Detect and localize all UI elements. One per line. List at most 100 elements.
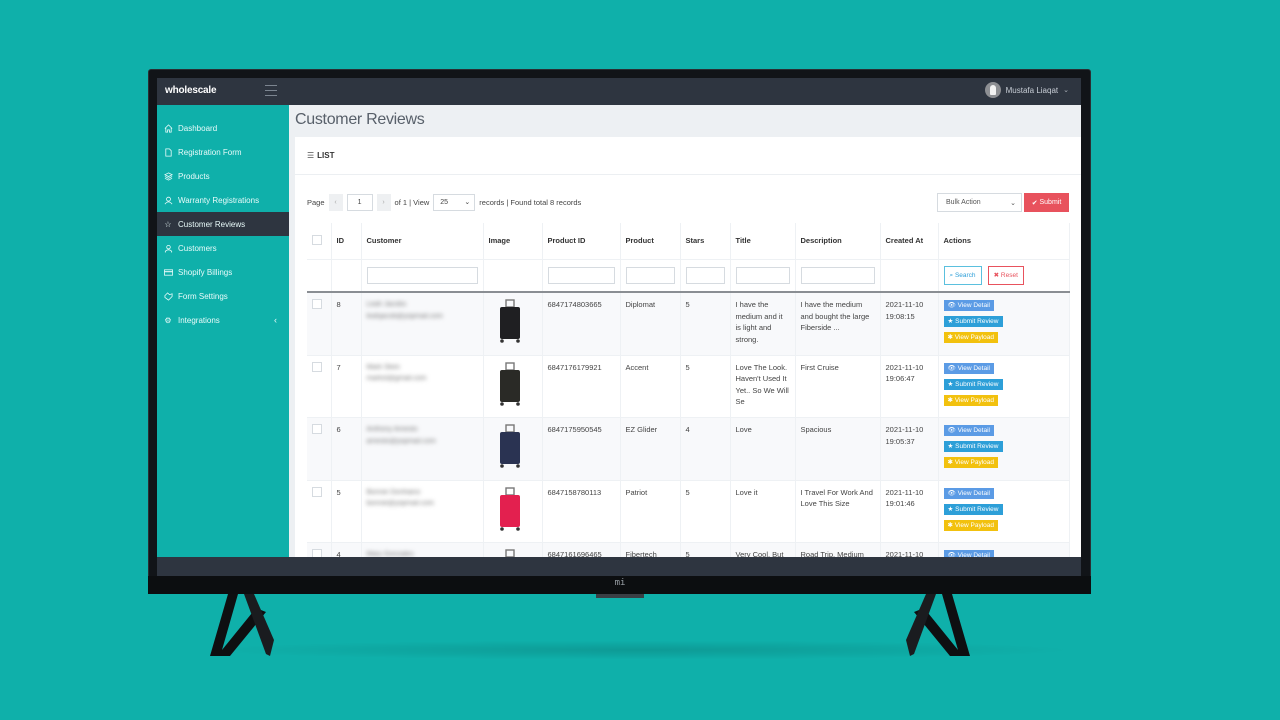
product-image-cell xyxy=(483,480,543,543)
title-filter-input[interactable] xyxy=(735,266,790,284)
search-label: Search xyxy=(954,271,976,279)
user-name: Mustafa Liaqat xyxy=(1005,85,1059,95)
view-detail-button[interactable]: 👁 View Detail xyxy=(943,362,994,374)
created-date: 2021-11-10 xyxy=(885,550,924,557)
review-title: Love xyxy=(730,417,796,481)
suitcase-handle xyxy=(504,361,515,371)
view-payload-button[interactable]: ✱ View Payload xyxy=(943,332,999,343)
prev-page-button[interactable]: ‹ xyxy=(328,193,343,211)
sidebar-item-form-settings[interactable]: Form Settings xyxy=(157,284,289,308)
description-filter-input[interactable] xyxy=(800,266,875,284)
product-filter-input[interactable] xyxy=(625,266,675,284)
review-title: Love The Look. Haven't Used It Yet.. So … xyxy=(730,355,796,418)
home-icon xyxy=(163,123,173,133)
column-header-id[interactable]: ID xyxy=(331,223,362,260)
submit-review-button[interactable]: ★ Submit Review xyxy=(943,378,1003,390)
submit-review-button[interactable]: ★ Submit Review xyxy=(943,503,1003,515)
row-checkbox[interactable] xyxy=(312,424,322,434)
sidebar-item-dashboard[interactable]: Dashboard xyxy=(157,116,289,140)
sidebar-item-label: Products xyxy=(178,171,210,181)
next-page-button[interactable]: › xyxy=(376,193,391,211)
select-all-cell xyxy=(307,223,332,260)
suitcase-handle xyxy=(504,549,515,557)
eye-icon: 👁 xyxy=(947,302,958,309)
row-checkbox[interactable] xyxy=(312,549,322,557)
sidebar-item-warranty-registrations[interactable]: Warranty Registrations xyxy=(157,188,289,212)
gear-icon: ✱ xyxy=(947,521,955,529)
view-detail-button[interactable]: 👁 View Detail xyxy=(943,300,994,311)
product-image[interactable] xyxy=(489,361,531,408)
submit-review-button[interactable]: ★ Submit Review xyxy=(943,316,1003,327)
row-checkbox[interactable] xyxy=(312,361,322,372)
view-payload-button[interactable]: ✱ View Payload xyxy=(943,394,999,406)
view-detail-button[interactable]: 👁 View Detail xyxy=(943,550,994,557)
filter-row: ⌕ Search ✖ Reset xyxy=(307,259,1070,293)
sidebar-item-registration-form[interactable]: Registration Form xyxy=(157,140,289,164)
product-image[interactable] xyxy=(489,424,531,470)
filter-cell xyxy=(331,259,362,293)
user-menu[interactable]: Mustafa Liaqat ⌄ xyxy=(984,82,1069,98)
sidebar-item-label: Form Settings xyxy=(178,291,228,301)
submit-review-label: Submit Review xyxy=(955,380,999,388)
table-row[interactable]: 4 Mary Gonzales marygonzales@yopmail.com… xyxy=(307,542,1070,557)
stars-filter-input[interactable] xyxy=(685,266,725,284)
customer-filter-input[interactable] xyxy=(366,266,478,284)
customer-name: Anthony Amesto xyxy=(366,426,418,433)
sidebar-item-products[interactable]: Products xyxy=(157,164,289,188)
customer-email: markst@gmail.com xyxy=(366,375,427,382)
search-button[interactable]: ⌕ Search xyxy=(943,265,982,285)
view-payload-button[interactable]: ✱ View Payload xyxy=(943,457,999,468)
table-row[interactable]: 8 Leah Jacobs leahjacob@yopmail.com 6847… xyxy=(307,292,1070,356)
gear-icon: ⚙ xyxy=(164,315,172,325)
bulk-action-select[interactable]: Bulk Action ⌄ xyxy=(937,193,1022,212)
table-row[interactable]: 7 Mark Stein markst@gmail.com 6847176179… xyxy=(307,355,1070,418)
column-header-stars[interactable]: Stars xyxy=(680,223,731,260)
submit-button[interactable]: ✔ Submit xyxy=(1024,193,1069,212)
view-detail-button[interactable]: 👁 View Detail xyxy=(943,425,994,436)
created-at: 2021-11-10 19:06:47 xyxy=(880,355,939,418)
sidebar-item-label: Customer Reviews xyxy=(178,219,246,229)
brand-logo[interactable]: wholescale xyxy=(165,85,217,96)
product-image[interactable] xyxy=(489,486,531,533)
product-image[interactable] xyxy=(489,549,531,557)
sidebar-item-customer-reviews[interactable]: ☆ Customer Reviews xyxy=(157,212,289,236)
sidebar-item-customers[interactable]: Customers xyxy=(157,236,289,260)
select-all-checkbox[interactable] xyxy=(312,234,322,245)
suitcase-wheel xyxy=(499,339,504,343)
per-page-select[interactable]: 25 ⌄ xyxy=(433,193,476,211)
product-image[interactable] xyxy=(489,299,531,345)
filter-cell xyxy=(880,259,939,293)
product-id-filter-input[interactable] xyxy=(547,266,615,284)
menu-toggle-icon[interactable] xyxy=(265,85,277,96)
view-payload-button[interactable]: ✱ View Payload xyxy=(943,519,999,531)
view-detail-label: View Detail xyxy=(957,302,990,309)
chevron-down-icon: ⌄ xyxy=(1063,87,1069,94)
stars: 5 xyxy=(680,292,731,356)
sidebar-item-shopify-billings[interactable]: Shopify Billings xyxy=(157,260,289,284)
table-row[interactable]: 6 Anthony Amesto amesto@yopmail.com 6847… xyxy=(307,417,1070,481)
stars: 4 xyxy=(680,417,731,481)
column-header-description[interactable]: Description xyxy=(795,223,881,260)
reset-button[interactable]: ✖ Reset xyxy=(987,265,1024,285)
column-header-created-at[interactable]: Created At xyxy=(880,223,939,260)
page-number-input[interactable] xyxy=(346,193,373,211)
column-header-customer[interactable]: Customer xyxy=(361,223,484,260)
table-row[interactable]: 5 Bonnie Donhiano bonnie@yopmail.com 684… xyxy=(307,480,1070,543)
product-image-cell xyxy=(483,417,543,481)
sidebar-item-integrations[interactable]: ⚙ Integrations ‹ xyxy=(157,308,289,332)
row-checkbox[interactable] xyxy=(312,299,322,309)
column-header-product-id[interactable]: Product ID xyxy=(542,223,621,260)
column-header-product[interactable]: Product xyxy=(620,223,681,260)
submit-review-button[interactable]: ★ Submit Review xyxy=(943,441,1003,452)
suitcase-wheel xyxy=(515,526,520,531)
column-header-title[interactable]: Title xyxy=(730,223,796,260)
view-detail-button[interactable]: 👁 View Detail xyxy=(943,487,994,499)
review-description: First Cruise xyxy=(795,355,881,418)
review-id: 5 xyxy=(331,480,362,543)
row-checkbox[interactable] xyxy=(312,486,322,497)
actions-cell: 👁 View Detail ★ Submit Review ✱ View Pay… xyxy=(938,542,1070,557)
sidebar-item-label: Warranty Registrations xyxy=(178,195,260,205)
view-payload-label: View Payload xyxy=(954,521,995,529)
product-name: Accent xyxy=(620,355,681,418)
filter-cell xyxy=(307,259,332,293)
